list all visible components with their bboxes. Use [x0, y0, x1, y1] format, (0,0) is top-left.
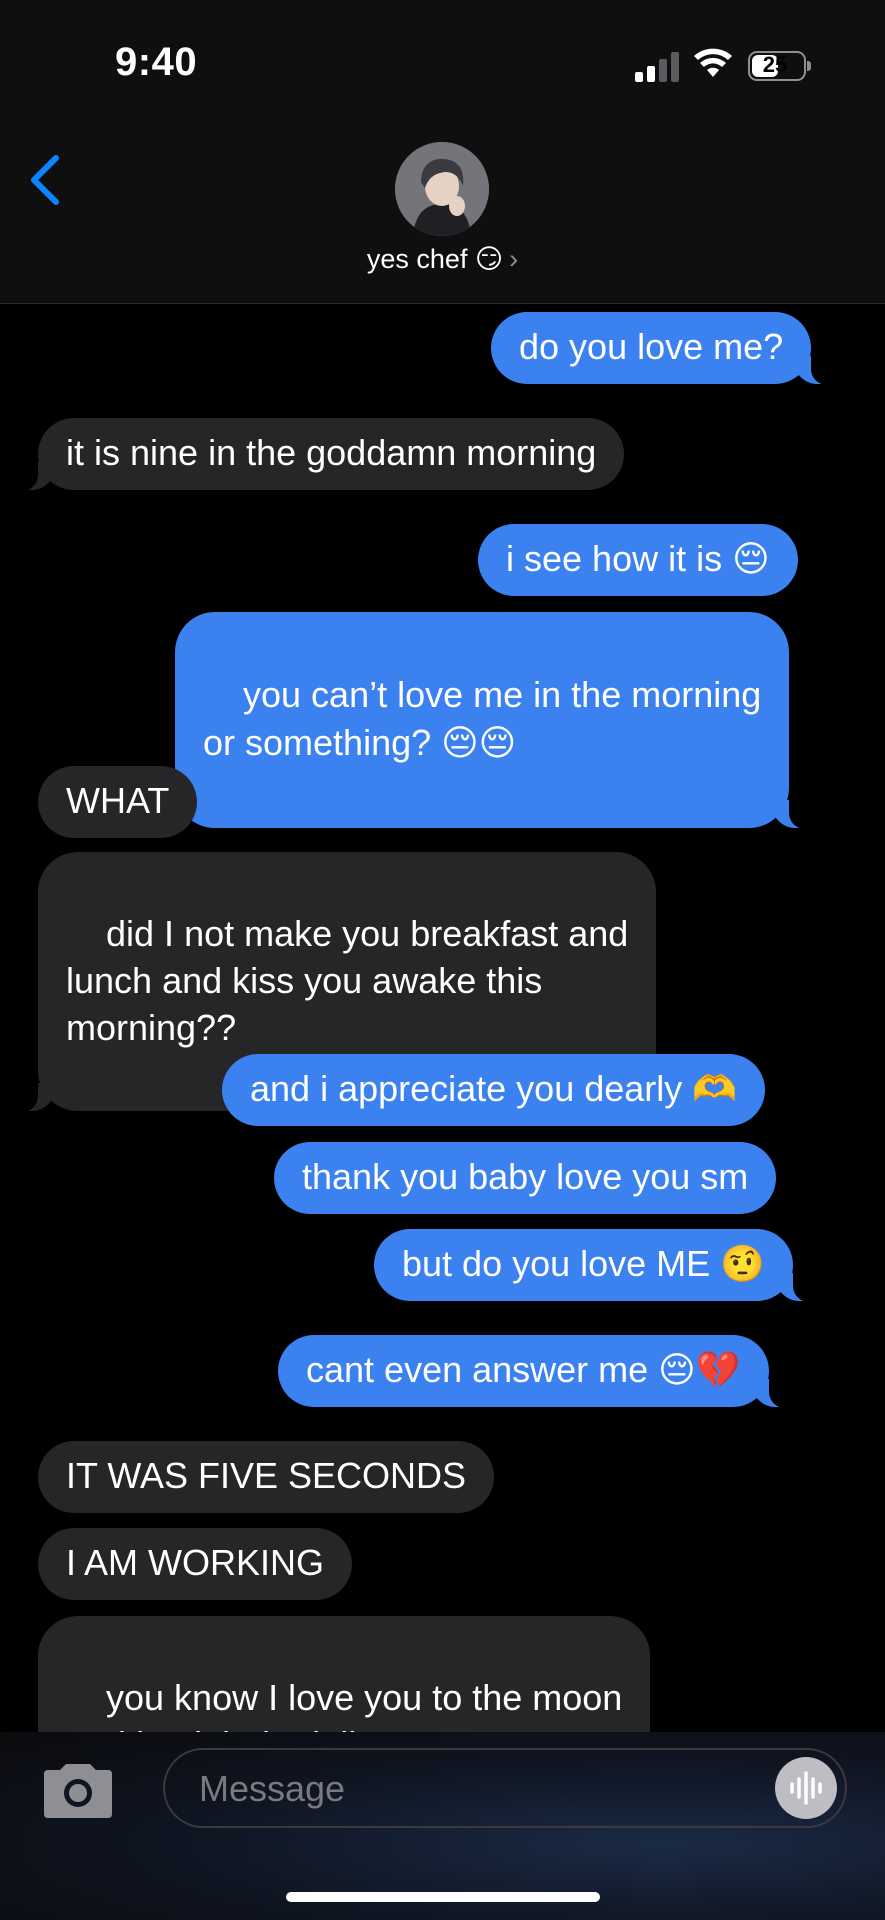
message-bubble-outgoing[interactable]: cant even answer me 😔💔 [278, 1335, 795, 1408]
message-text: and i appreciate you dearly 🫶 [250, 1068, 738, 1109]
message-text: I AM WORKING [66, 1542, 325, 1583]
waveform-icon [790, 1771, 822, 1805]
message-bubble-outgoing[interactable]: but do you love ME 🤨 [374, 1229, 820, 1302]
message-field[interactable] [163, 1748, 847, 1828]
message-text: you can’t love me in the morning or some… [203, 674, 762, 763]
message-bubble-incoming[interactable]: you know I love you to the moon and back… [38, 1616, 651, 1732]
compose-bar [0, 1732, 885, 1920]
message-text: cant even answer me 😔💔 [306, 1349, 741, 1390]
contact-name-label: yes chef 😏 [366, 244, 504, 274]
message-bubble-incoming[interactable]: IT WAS FIVE SECONDS [38, 1441, 495, 1513]
message-input[interactable] [197, 1764, 761, 1814]
message-text: it is nine in the goddamn morning [66, 432, 597, 473]
message-text: do you love me? [519, 326, 784, 367]
battery-level: 25 [762, 52, 788, 77]
status-time: 9:40 [115, 40, 198, 84]
message-bubble-outgoing[interactable]: do you love me? [491, 312, 838, 385]
avatar[interactable] [395, 142, 489, 236]
camera-icon[interactable] [40, 1760, 116, 1820]
cellular-signal-icon [635, 50, 681, 82]
message-bubble-outgoing[interactable]: thank you baby love you sm [274, 1142, 777, 1214]
audio-message-button[interactable] [775, 1757, 837, 1819]
message-text: i see how it is 😔 [506, 538, 770, 579]
avatar-illustration-icon [395, 142, 489, 236]
home-indicator[interactable] [286, 1892, 600, 1902]
message-text: did I not make you breakfast and lunch a… [66, 913, 629, 1048]
message-text: IT WAS FIVE SECONDS [66, 1455, 467, 1496]
contact-name[interactable]: yes chef 😏 › [0, 244, 885, 275]
message-text: you know I love you to the moon and back… [66, 1677, 623, 1732]
chevron-right-icon: › [509, 244, 519, 274]
chevron-left-icon[interactable] [22, 150, 68, 210]
message-text: but do you love ME 🤨 [402, 1243, 766, 1284]
message-bubble-incoming[interactable]: WHAT [38, 766, 198, 838]
message-bubble-incoming[interactable]: I AM WORKING [38, 1528, 353, 1600]
status-bar: 9:40 25 [0, 0, 885, 120]
message-bubble-incoming[interactable]: it is nine in the goddamn morning [11, 418, 625, 491]
conversation-header: yes chef 😏 › [0, 120, 885, 304]
message-text: WHAT [66, 780, 170, 821]
battery-icon: 25 [748, 51, 811, 81]
message-bubble-outgoing[interactable]: you can’t love me in the morning or some… [175, 612, 816, 829]
message-bubble-outgoing[interactable]: i see how it is 😔 [478, 524, 798, 596]
message-text: thank you baby love you sm [302, 1156, 749, 1197]
message-bubble-outgoing[interactable]: and i appreciate you dearly 🫶 [222, 1054, 766, 1126]
wifi-icon [694, 48, 732, 77]
message-list: do you love me? it is nine in the goddam… [0, 304, 885, 1732]
